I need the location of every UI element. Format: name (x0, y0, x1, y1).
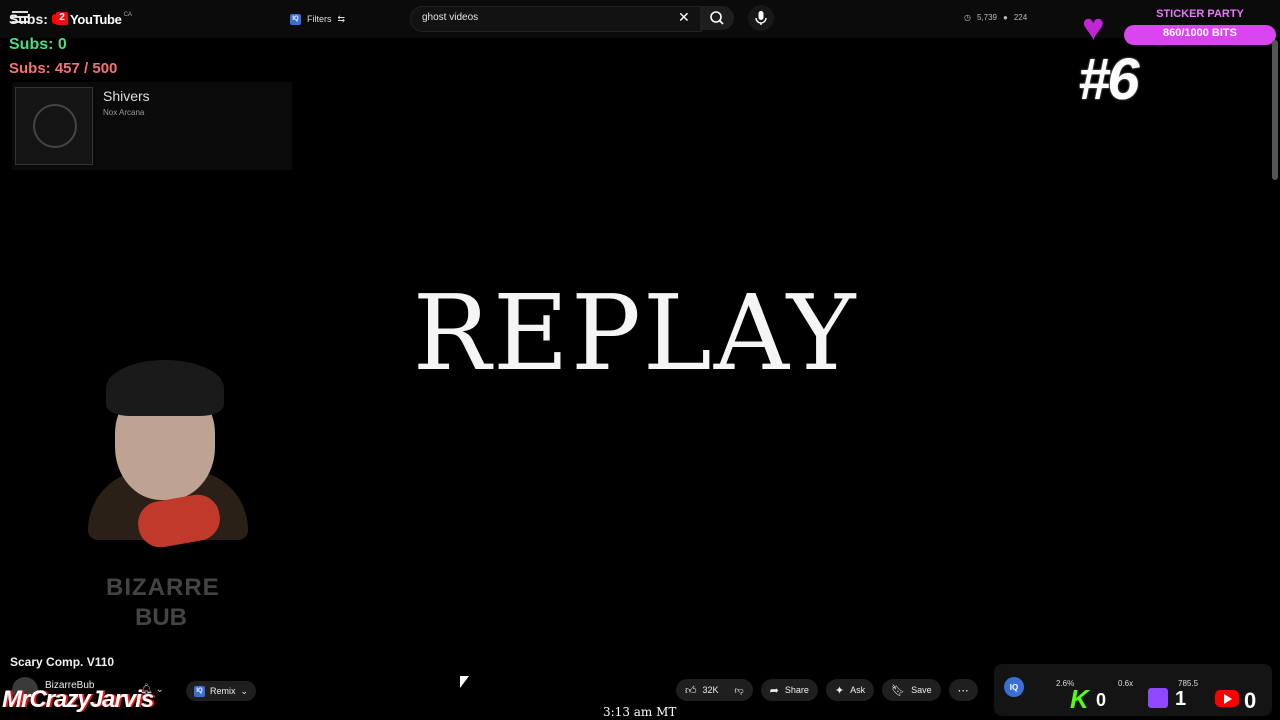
filters-label: Filters (307, 14, 332, 24)
share-label: Share (784, 685, 809, 695)
subs-count: Subs: 0 (9, 36, 67, 53)
search-icon (710, 11, 724, 25)
like-icon: 👍︎ (685, 684, 697, 697)
stream-clock: 3:13 am MT (603, 705, 677, 719)
share-button[interactable]: ➦ Share (760, 679, 818, 701)
youtube-count: 0 (1244, 688, 1257, 713)
heart-icon: ♥ (1082, 7, 1105, 49)
user-icon: ● (1003, 13, 1008, 22)
video-actions: 👍︎ 32K 👎︎ ➦ Share ✦ Ask 🔖︎ Save ⋯ (676, 679, 978, 701)
subs-goal: Subs: 457 / 500 (9, 60, 118, 77)
dislike-icon[interactable]: 👎︎ (735, 685, 744, 696)
voice-search-button[interactable] (748, 5, 774, 31)
save-icon: 🔖︎ (891, 684, 906, 697)
kick-icon: K (1070, 684, 1089, 714)
twitch-icon (1148, 688, 1168, 708)
song-artist: Nox Arcana (103, 108, 145, 117)
song-title: Shivers (103, 88, 150, 104)
kick-count: 0 (1096, 690, 1107, 710)
more-button[interactable]: ⋯ (948, 679, 978, 701)
save-button[interactable]: 🔖︎ Save (882, 679, 941, 701)
remix-label: Remix (210, 686, 236, 696)
like-count: 32K (702, 685, 719, 695)
twitch-count: 1 (1175, 688, 1187, 710)
notification-badge: 2 (56, 12, 68, 25)
extension-stats: ◷ 5,739 ● 224 (964, 13, 1027, 22)
search-button[interactable] (700, 6, 734, 30)
mic-icon (755, 11, 767, 25)
chevron-down-icon: ⌄ (240, 685, 249, 696)
webcam-watermark-2: BUB (135, 604, 187, 631)
ask-label: Ask (850, 685, 866, 695)
region-code: CA (123, 12, 132, 18)
youtube-logo-text: YouTube (70, 11, 122, 27)
sticker-title: STICKER PARTY (1134, 7, 1266, 21)
filters-button[interactable]: IQ Filters ⇆ (290, 9, 345, 29)
stat-count: 224 (1013, 13, 1028, 22)
clock-icon: ◷ (964, 13, 971, 22)
extension-icon: IQ (290, 13, 301, 25)
youtube-icon (1215, 690, 1239, 707)
more-icon: ⋯ (957, 684, 969, 697)
remix-button[interactable]: IQ Remix ⌄ (186, 681, 256, 701)
webcam-hair (106, 360, 224, 416)
page-scrollbar[interactable] (1272, 40, 1278, 180)
album-emblem (33, 104, 77, 148)
share-icon: ➦ (769, 684, 779, 697)
stat-speed: 0.6x (1118, 679, 1134, 688)
streamer-name: MrCrazyJarvis (2, 686, 154, 713)
save-label: Save (911, 685, 932, 695)
video-title: Scary Comp. V110 (10, 655, 115, 669)
search-input[interactable]: ghost videos (422, 12, 478, 23)
episode-number: #6 (1078, 47, 1139, 112)
stat-views: 5,739 (976, 13, 998, 22)
ask-icon: ✦ (834, 684, 845, 697)
subs-label: Subs: (9, 11, 48, 27)
extension-icon[interactable]: IQ (1004, 677, 1024, 697)
sticker-bits: 860/1000 BITS (1163, 27, 1237, 39)
mouse-cursor (460, 676, 469, 688)
webcam-watermark: BIZARRE (106, 574, 220, 601)
remix-icon: IQ (194, 685, 205, 697)
stat-value: 785.5 (1178, 679, 1199, 688)
close-icon[interactable]: ✕ (678, 10, 690, 24)
sliders-icon: ⇆ (337, 13, 346, 24)
like-button[interactable]: 👍︎ 32K 👎︎ (676, 679, 753, 701)
ask-button[interactable]: ✦ Ask (825, 679, 875, 701)
